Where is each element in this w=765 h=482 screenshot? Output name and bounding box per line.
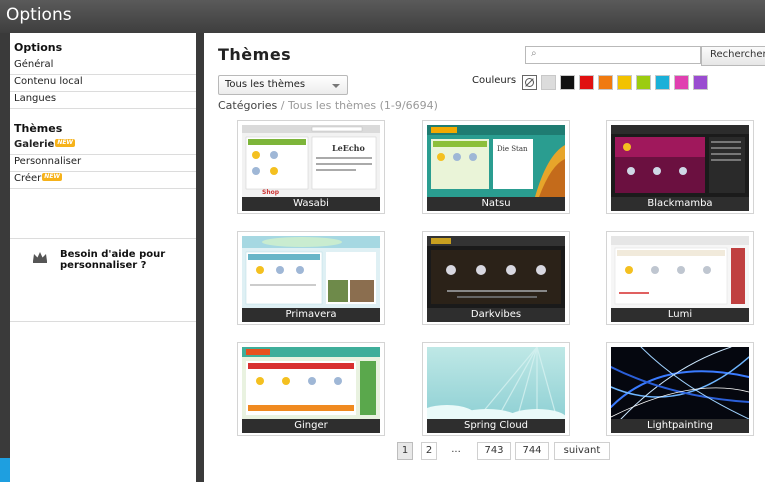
theme-tile-spring-cloud[interactable]: Spring Cloud (422, 342, 570, 436)
breadcrumb-root[interactable]: Catégories (218, 99, 277, 112)
theme-name: Wasabi (242, 197, 380, 211)
sidebar-item-languages[interactable]: Langues (10, 92, 196, 109)
theme-name: Ginger (242, 419, 380, 433)
new-badge: NEW (55, 139, 76, 147)
page-ellipsis: ... (451, 444, 461, 455)
color-swatch-none[interactable] (522, 75, 537, 90)
theme-tile-blackmamba[interactable]: Blackmamba (606, 120, 754, 214)
theme-name: Primavera (242, 308, 380, 322)
sidebar-item-label: Contenu local (14, 76, 83, 87)
new-badge: NEW (42, 173, 63, 181)
search-icon: ⌕ (531, 48, 537, 59)
sidebar-item-local-content[interactable]: Contenu local (10, 75, 196, 92)
page-button-744[interactable]: 744 (515, 442, 549, 460)
theme-thumbnail (427, 347, 565, 419)
theme-tile-ginger[interactable]: Ginger (237, 342, 385, 436)
sidebar-item-gallery[interactable]: Galerie NEW (10, 138, 196, 155)
theme-name: Natsu (427, 197, 565, 211)
breadcrumb-separator: / (280, 99, 285, 112)
page-button-1[interactable]: 1 (397, 442, 413, 460)
sidebar-item-customize[interactable]: Personnaliser (10, 155, 196, 172)
color-swatch-3[interactable] (579, 75, 594, 90)
theme-tile-darkvibes[interactable]: Darkvibes (422, 231, 570, 325)
svg-text:LeEcho: LeEcho (332, 143, 366, 153)
theme-tile-primavera[interactable]: Primavera (237, 231, 385, 325)
dropdown-value: Tous les thèmes (225, 79, 306, 90)
window-frame-left (0, 33, 10, 482)
theme-thumbnail (611, 347, 749, 419)
sidebar-item-label-wrap: Créer NEW (14, 173, 63, 184)
theme-thumbnail: Die Stan (427, 125, 565, 197)
search-input[interactable] (544, 47, 694, 61)
color-swatch-8[interactable] (674, 75, 689, 90)
window-titlebar: Options (0, 0, 765, 34)
search-field[interactable]: ⌕ (525, 46, 701, 64)
breadcrumb-current: Tous les thèmes (1-9/6694) (288, 99, 438, 112)
svg-text:Shop: Shop (262, 189, 280, 196)
theme-tile-lightpainting[interactable]: Lightpainting (606, 342, 754, 436)
chevron-down-icon (332, 84, 340, 88)
color-swatch-9[interactable] (693, 75, 708, 90)
theme-name: Darkvibes (427, 308, 565, 322)
theme-name: Blackmamba (611, 197, 749, 211)
sidebar-item-general[interactable]: Général (10, 58, 196, 75)
colors-label: Couleurs (472, 75, 517, 86)
theme-thumbnail (427, 236, 565, 308)
search-button[interactable]: Rechercher (701, 46, 765, 66)
window-frame-divider (196, 33, 204, 482)
theme-tile-natsu[interactable]: Die Stan Natsu (422, 120, 570, 214)
taskbar-accent (0, 458, 10, 482)
theme-tile-wasabi[interactable]: LeEcho Shop Wasabi (237, 120, 385, 214)
search-button-label: Rechercher (710, 49, 765, 60)
sidebar-themes-heading: Thèmes (14, 122, 63, 135)
color-swatch-5[interactable] (617, 75, 632, 90)
color-swatch-7[interactable] (655, 75, 670, 90)
sidebar: Options Général Contenu local Langues Th… (10, 33, 197, 482)
sidebar-item-label: Langues (14, 93, 57, 104)
theme-thumbnail (611, 125, 749, 197)
sidebar-item-create[interactable]: Créer NEW (10, 172, 196, 189)
window-title: Options (6, 5, 72, 25)
help-panel[interactable]: Besoin d'aide pour personnaliser ? (10, 238, 196, 322)
theme-tile-lumi[interactable]: Lumi (606, 231, 754, 325)
page-button-2[interactable]: 2 (421, 442, 437, 460)
color-swatch-2[interactable] (560, 75, 575, 90)
theme-thumbnail (242, 236, 380, 308)
crown-icon (33, 252, 47, 263)
page-title: Thèmes (218, 45, 292, 64)
svg-text:Die Stan: Die Stan (497, 145, 528, 153)
color-swatch-1[interactable] (541, 75, 556, 90)
breadcrumb: Catégories / Tous les thèmes (1-9/6694) (218, 99, 438, 112)
color-swatch-6[interactable] (636, 75, 651, 90)
theme-name: Spring Cloud (427, 419, 565, 433)
theme-name: Lumi (611, 308, 749, 322)
sidebar-item-label-wrap: Galerie NEW (14, 139, 76, 150)
theme-thumbnail: LeEcho Shop (242, 125, 380, 197)
theme-filter-dropdown[interactable]: Tous les thèmes (218, 75, 348, 95)
color-swatch-4[interactable] (598, 75, 613, 90)
sidebar-item-label: Personnaliser (14, 156, 82, 167)
theme-name: Lightpainting (611, 419, 749, 433)
sidebar-options-heading: Options (14, 41, 63, 54)
next-page-button[interactable]: suivant (554, 442, 610, 460)
help-text: Besoin d'aide pour personnaliser ? (60, 249, 166, 271)
sidebar-item-label: Créer (14, 173, 42, 184)
sidebar-item-label: Galerie (14, 139, 55, 150)
main-panel: Thèmes ⌕ Rechercher Tous les thèmes Coul… (204, 33, 765, 482)
sidebar-item-label: Général (14, 59, 54, 70)
theme-thumbnail (611, 236, 749, 308)
theme-thumbnail (242, 347, 380, 419)
page-button-743[interactable]: 743 (477, 442, 511, 460)
